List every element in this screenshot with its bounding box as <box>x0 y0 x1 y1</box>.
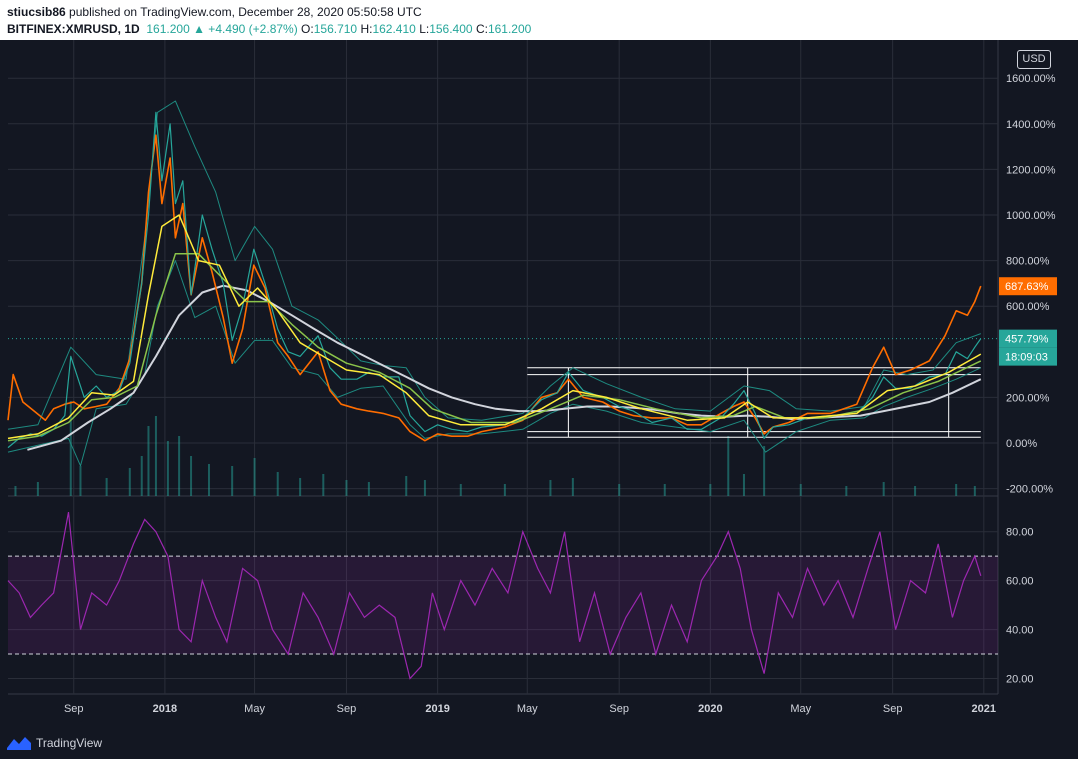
volume-bar <box>345 480 348 496</box>
volume-bar <box>955 484 958 496</box>
rsi-tick-label: 40.00 <box>1006 625 1034 637</box>
time-tick-label: Sep <box>337 703 357 715</box>
last-price: 161.200 <box>146 22 190 36</box>
rsi-tick-label: 20.00 <box>1006 674 1034 686</box>
time-tick-label: May <box>790 703 811 715</box>
volume-bar <box>276 472 279 496</box>
volume-bar <box>14 486 17 496</box>
volume-bar <box>178 436 181 496</box>
price-tick-label: 0.00% <box>1006 438 1037 450</box>
low-label: L: <box>419 22 430 36</box>
price-tag-label: 687.63% <box>1005 281 1049 293</box>
volume-bar <box>140 456 143 496</box>
price-tick-label: 200.00% <box>1006 392 1050 404</box>
volume-bar <box>405 476 408 496</box>
countdown-label: 18:09:03 <box>1005 352 1048 364</box>
band-lower-series-line <box>7 260 982 467</box>
volume-bar <box>299 478 302 496</box>
volume-bar <box>882 482 885 496</box>
time-tick-label: May <box>244 703 265 715</box>
volume-bar <box>663 484 666 496</box>
volume-bar <box>549 480 552 496</box>
rsi-panel[interactable] <box>7 511 998 680</box>
volume-bar <box>154 416 157 496</box>
rsi-tick-label: 80.00 <box>1006 527 1034 539</box>
chart-canvas[interactable]: 1600.00% 1400.00% 1200.00% 1000.00% 800.00% 6… <box>0 40 1078 730</box>
close-value: 161.200 <box>487 22 532 36</box>
open-value: 156.710 <box>313 22 358 36</box>
time-tick-label: 2018 <box>153 703 177 715</box>
footer[interactable]: TradingView <box>7 733 102 753</box>
time-tick-label: Sep <box>609 703 629 715</box>
volume-bar <box>166 441 169 496</box>
volume-bar <box>322 474 325 496</box>
price-tags: 687.63% 457.79% 18:09:03 <box>999 277 1057 366</box>
time-tick-label: 2019 <box>425 703 449 715</box>
time-tick-label: 2020 <box>698 703 722 715</box>
rsi-band-fill <box>8 556 998 655</box>
volume-bar <box>727 436 730 496</box>
volume-bar <box>503 484 506 496</box>
volume-bar <box>845 486 848 496</box>
volume-bar <box>128 468 131 496</box>
volume-bar <box>571 478 574 496</box>
volume-bar <box>231 466 234 496</box>
publisher-name[interactable]: stiucsib86 <box>7 5 66 19</box>
low-value: 156.400 <box>429 22 473 36</box>
volume-bar <box>742 474 745 496</box>
volume-bar <box>914 486 917 496</box>
price-tick-label: 1200.00% <box>1006 164 1056 176</box>
price-tick-label: 1400.00% <box>1006 119 1056 131</box>
price-tick-label: -200.00% <box>1006 484 1053 496</box>
time-tick-label: Sep <box>883 703 903 715</box>
price-tick-label: 1000.00% <box>1006 210 1056 222</box>
volume-bar <box>79 466 82 496</box>
volume-bar <box>763 446 766 496</box>
price-tick-label: 800.00% <box>1006 256 1050 268</box>
tradingview-logo-icon <box>7 737 31 750</box>
volume-bar <box>190 456 193 496</box>
symbol-name[interactable]: BITFINEX:XMRUSD, 1D <box>7 22 140 36</box>
rsi-tick-label: 60.00 <box>1006 576 1034 588</box>
price-tick-label: 1600.00% <box>1006 73 1056 85</box>
volume-bar <box>36 482 39 496</box>
compare-series-line <box>7 134 982 442</box>
volume-bar <box>423 480 426 496</box>
publish-info: stiucsib86 published on TradingView.com,… <box>7 5 422 19</box>
volume-bar <box>709 484 712 496</box>
volume-bar <box>147 426 150 496</box>
time-tick-label: 2021 <box>972 703 996 715</box>
open-label: O: <box>301 22 314 36</box>
price-tick-label: 600.00% <box>1006 301 1050 313</box>
volume-bar <box>207 464 210 496</box>
volume-bar <box>973 486 976 496</box>
symbol-info: BITFINEX:XMRUSD, 1D 161.200 ▲ +4.490 (+2… <box>7 22 531 36</box>
time-tick-label: Sep <box>64 703 84 715</box>
volume-bar <box>105 478 108 496</box>
footer-brand: TradingView <box>36 736 103 750</box>
time-tick-label: May <box>517 703 538 715</box>
high-value: 162.410 <box>372 22 416 36</box>
volume-bar <box>799 484 802 496</box>
close-label: C: <box>475 22 488 36</box>
volume-bar <box>367 482 370 496</box>
price-series[interactable] <box>7 100 998 467</box>
volume-bar <box>253 458 256 496</box>
volume-bar <box>459 484 462 496</box>
currency-button[interactable]: USD <box>1017 50 1051 69</box>
volume-bar <box>618 484 621 496</box>
price-tag-label: 457.79% <box>1005 334 1049 346</box>
published-text: published on TradingView.com, December 2… <box>69 5 422 19</box>
chart-header: stiucsib86 published on TradingView.com,… <box>0 0 1078 40</box>
high-label: H: <box>360 22 373 36</box>
price-change: ▲ +4.490 (+2.87%) <box>193 22 298 36</box>
